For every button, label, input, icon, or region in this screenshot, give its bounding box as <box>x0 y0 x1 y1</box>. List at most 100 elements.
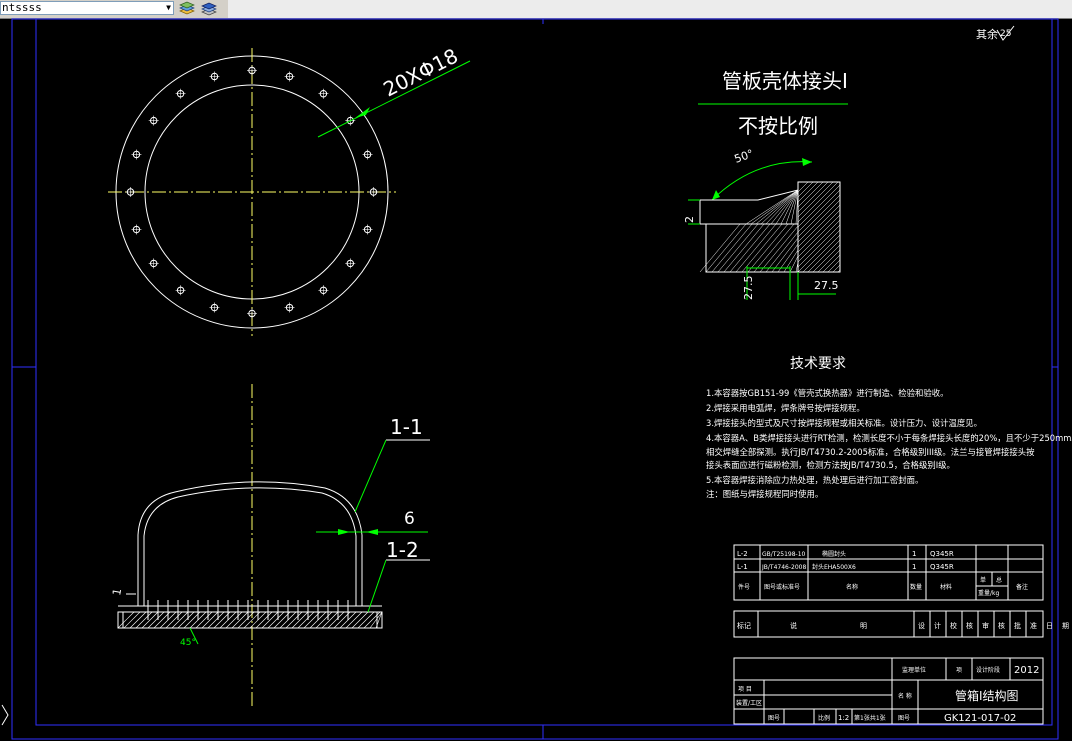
drawing-number: GK121-017-02 <box>944 713 1016 724</box>
flange-top-view <box>108 48 396 336</box>
section-1-1-label: 1-1 <box>390 415 423 439</box>
part-name: 椭圆封头 <box>822 550 846 558</box>
thickness-label: 6 <box>404 509 415 529</box>
chamfer-label: 1 <box>110 587 124 596</box>
hole-label: 20XΦ18 <box>379 44 461 102</box>
bolt-hole <box>125 187 136 197</box>
header-total: 总 <box>996 576 1002 584</box>
bolt-hole <box>284 71 295 82</box>
layer-dropdown-value: ntssss <box>2 1 42 14</box>
drawing-canvas[interactable]: 其余 25 20XΦ18 1 45° 1-1 6 1-2 管板壳体接头Ⅰ 不按比… <box>0 18 1072 741</box>
label-scale: 比例 <box>818 714 830 722</box>
tech-line: 接头表面应进行磁粉检测，检测方法按JB/T4730.5，合格级别I级。 <box>706 460 955 470</box>
rev-desc-2: 明 <box>860 622 867 630</box>
toolbar-empty-area <box>228 0 1072 18</box>
label-drawing-no: 图号 <box>768 715 780 722</box>
label-project: 项 目 <box>738 686 752 693</box>
bolt-hole <box>148 258 159 269</box>
label-supervisor: 监理单位 <box>902 666 926 674</box>
detail-subtitle: 不按比例 <box>738 114 818 138</box>
bolt-hole <box>318 88 329 99</box>
part-code: JB/T4746-2008 <box>761 564 806 571</box>
header-name: 名称 <box>846 583 858 591</box>
outer-frame <box>11 18 1059 740</box>
bolt-hole <box>148 115 159 126</box>
dim-left-label: 27.5 <box>742 276 755 301</box>
detail-title: 管板壳体接头Ⅰ <box>722 69 848 93</box>
weld-detail: 50° 2 27.5 27.5 <box>683 147 841 301</box>
bolt-hole <box>175 285 186 296</box>
rev-col-label: 期 <box>1062 622 1069 630</box>
rev-desc: 说 <box>790 621 797 630</box>
layer-state-icon[interactable] <box>200 0 218 17</box>
tech-requirements: 1.本容器按GB151-99《管壳式换热器》进行制造、检验和验收。 2.焊接采用… <box>706 388 1072 499</box>
layer-dropdown[interactable]: ntssss ▼ <box>0 1 174 15</box>
angle-label: 50° <box>733 147 756 166</box>
bolt-hole <box>247 65 257 76</box>
layer-previous-icon[interactable] <box>178 0 196 17</box>
label-no: 图号 <box>898 715 910 722</box>
label-item: 项 <box>956 667 962 674</box>
tech-line: 注：图纸与焊接规程同时使用。 <box>706 489 823 499</box>
bolt-hole <box>247 308 257 319</box>
rev-col-label: 核 <box>998 621 1005 630</box>
part-no: L-1 <box>737 563 748 571</box>
bolt-hole <box>209 71 220 82</box>
bolt-hole <box>362 224 373 235</box>
rev-col-label: 校 <box>950 621 957 630</box>
bolt-hole <box>368 187 379 197</box>
bolt-hole <box>175 88 186 99</box>
bolt-hole <box>209 302 220 313</box>
header-material: 材料 <box>940 583 952 591</box>
chevron-down-icon[interactable]: ▼ <box>166 2 171 14</box>
bottom-angle-label: 45° <box>180 638 196 648</box>
gap-label: 2 <box>683 216 696 223</box>
rev-col-label: 计 <box>934 621 941 630</box>
year: 2012 <box>1014 665 1039 676</box>
section-1-2-label: 1-2 <box>386 538 419 562</box>
section-callouts: 1-1 6 1-2 <box>316 415 430 613</box>
hole-dimension: 20XΦ18 <box>317 44 471 138</box>
bolt-hole <box>131 149 142 160</box>
rev-col-label: 设 <box>918 621 925 630</box>
header-no: 件号 <box>738 583 750 591</box>
bolt-hole <box>318 285 329 296</box>
bolt-hole <box>131 224 142 235</box>
header-qty: 数量 <box>910 583 922 591</box>
part-name: 封头EHA500X6 <box>812 563 856 571</box>
part-code: GB/T25198-10 <box>762 551 806 558</box>
rev-col-label: 日 <box>1046 622 1053 630</box>
label-drawing-title: 名 称 <box>898 692 912 700</box>
tech-line: 4.本容器A、B类焊接接头进行RT检测，检测长度不小于每条焊接头长度的20%，且… <box>706 433 1072 443</box>
label-stage: 设计阶段 <box>976 666 1000 674</box>
rev-col-label: 批 <box>1014 621 1021 630</box>
rev-col-label: 核 <box>966 621 973 630</box>
part-qty: 1 <box>912 563 916 571</box>
tech-heading: 技术要求 <box>790 356 846 372</box>
header-remark: 备注 <box>1016 583 1028 591</box>
header-weight: 重量/kg <box>978 589 999 597</box>
header-code: 图号或标准号 <box>764 583 800 591</box>
sheet-count: 第1张共1张 <box>854 714 886 722</box>
header-single: 单 <box>980 576 986 584</box>
label-area: 装置/工区 <box>736 699 762 707</box>
corner-note: 其余 <box>976 27 998 41</box>
tech-line: 2.焊接采用电弧焊，焊条牌号按焊接规程。 <box>706 403 865 413</box>
ucs-icon <box>1 704 9 726</box>
tech-line: 5.本容器焊接消除应力热处理，热处理后进行加工密封面。 <box>706 475 923 485</box>
toolbar: ntssss ▼ <box>0 0 1072 19</box>
tech-line: 1.本容器按GB151-99《管壳式换热器》进行制造、检验和验收。 <box>706 388 949 398</box>
rev-col-label: 准 <box>1030 621 1037 630</box>
tech-line: 3.焊接接头的型式及尺寸按焊接规程或相关标准。设计压力、设计温度见。 <box>706 418 982 428</box>
rev-mark: 标记 <box>737 621 751 630</box>
part-no: L-2 <box>737 550 748 558</box>
bolt-hole <box>284 302 295 313</box>
dim-right-label: 27.5 <box>814 279 839 292</box>
part-material: Q345R <box>930 550 954 558</box>
drawing-name: 管箱Ⅰ结构图 <box>955 688 1019 703</box>
part-material: Q345R <box>930 563 954 571</box>
rev-col-label: 审 <box>982 621 989 630</box>
tech-line: 相交焊缝全部探测。执行JB/T4730.2-2005标准，合格级别III级。法兰… <box>706 447 1035 457</box>
head-section-view: 1 45° <box>110 384 383 706</box>
part-qty: 1 <box>912 550 916 558</box>
